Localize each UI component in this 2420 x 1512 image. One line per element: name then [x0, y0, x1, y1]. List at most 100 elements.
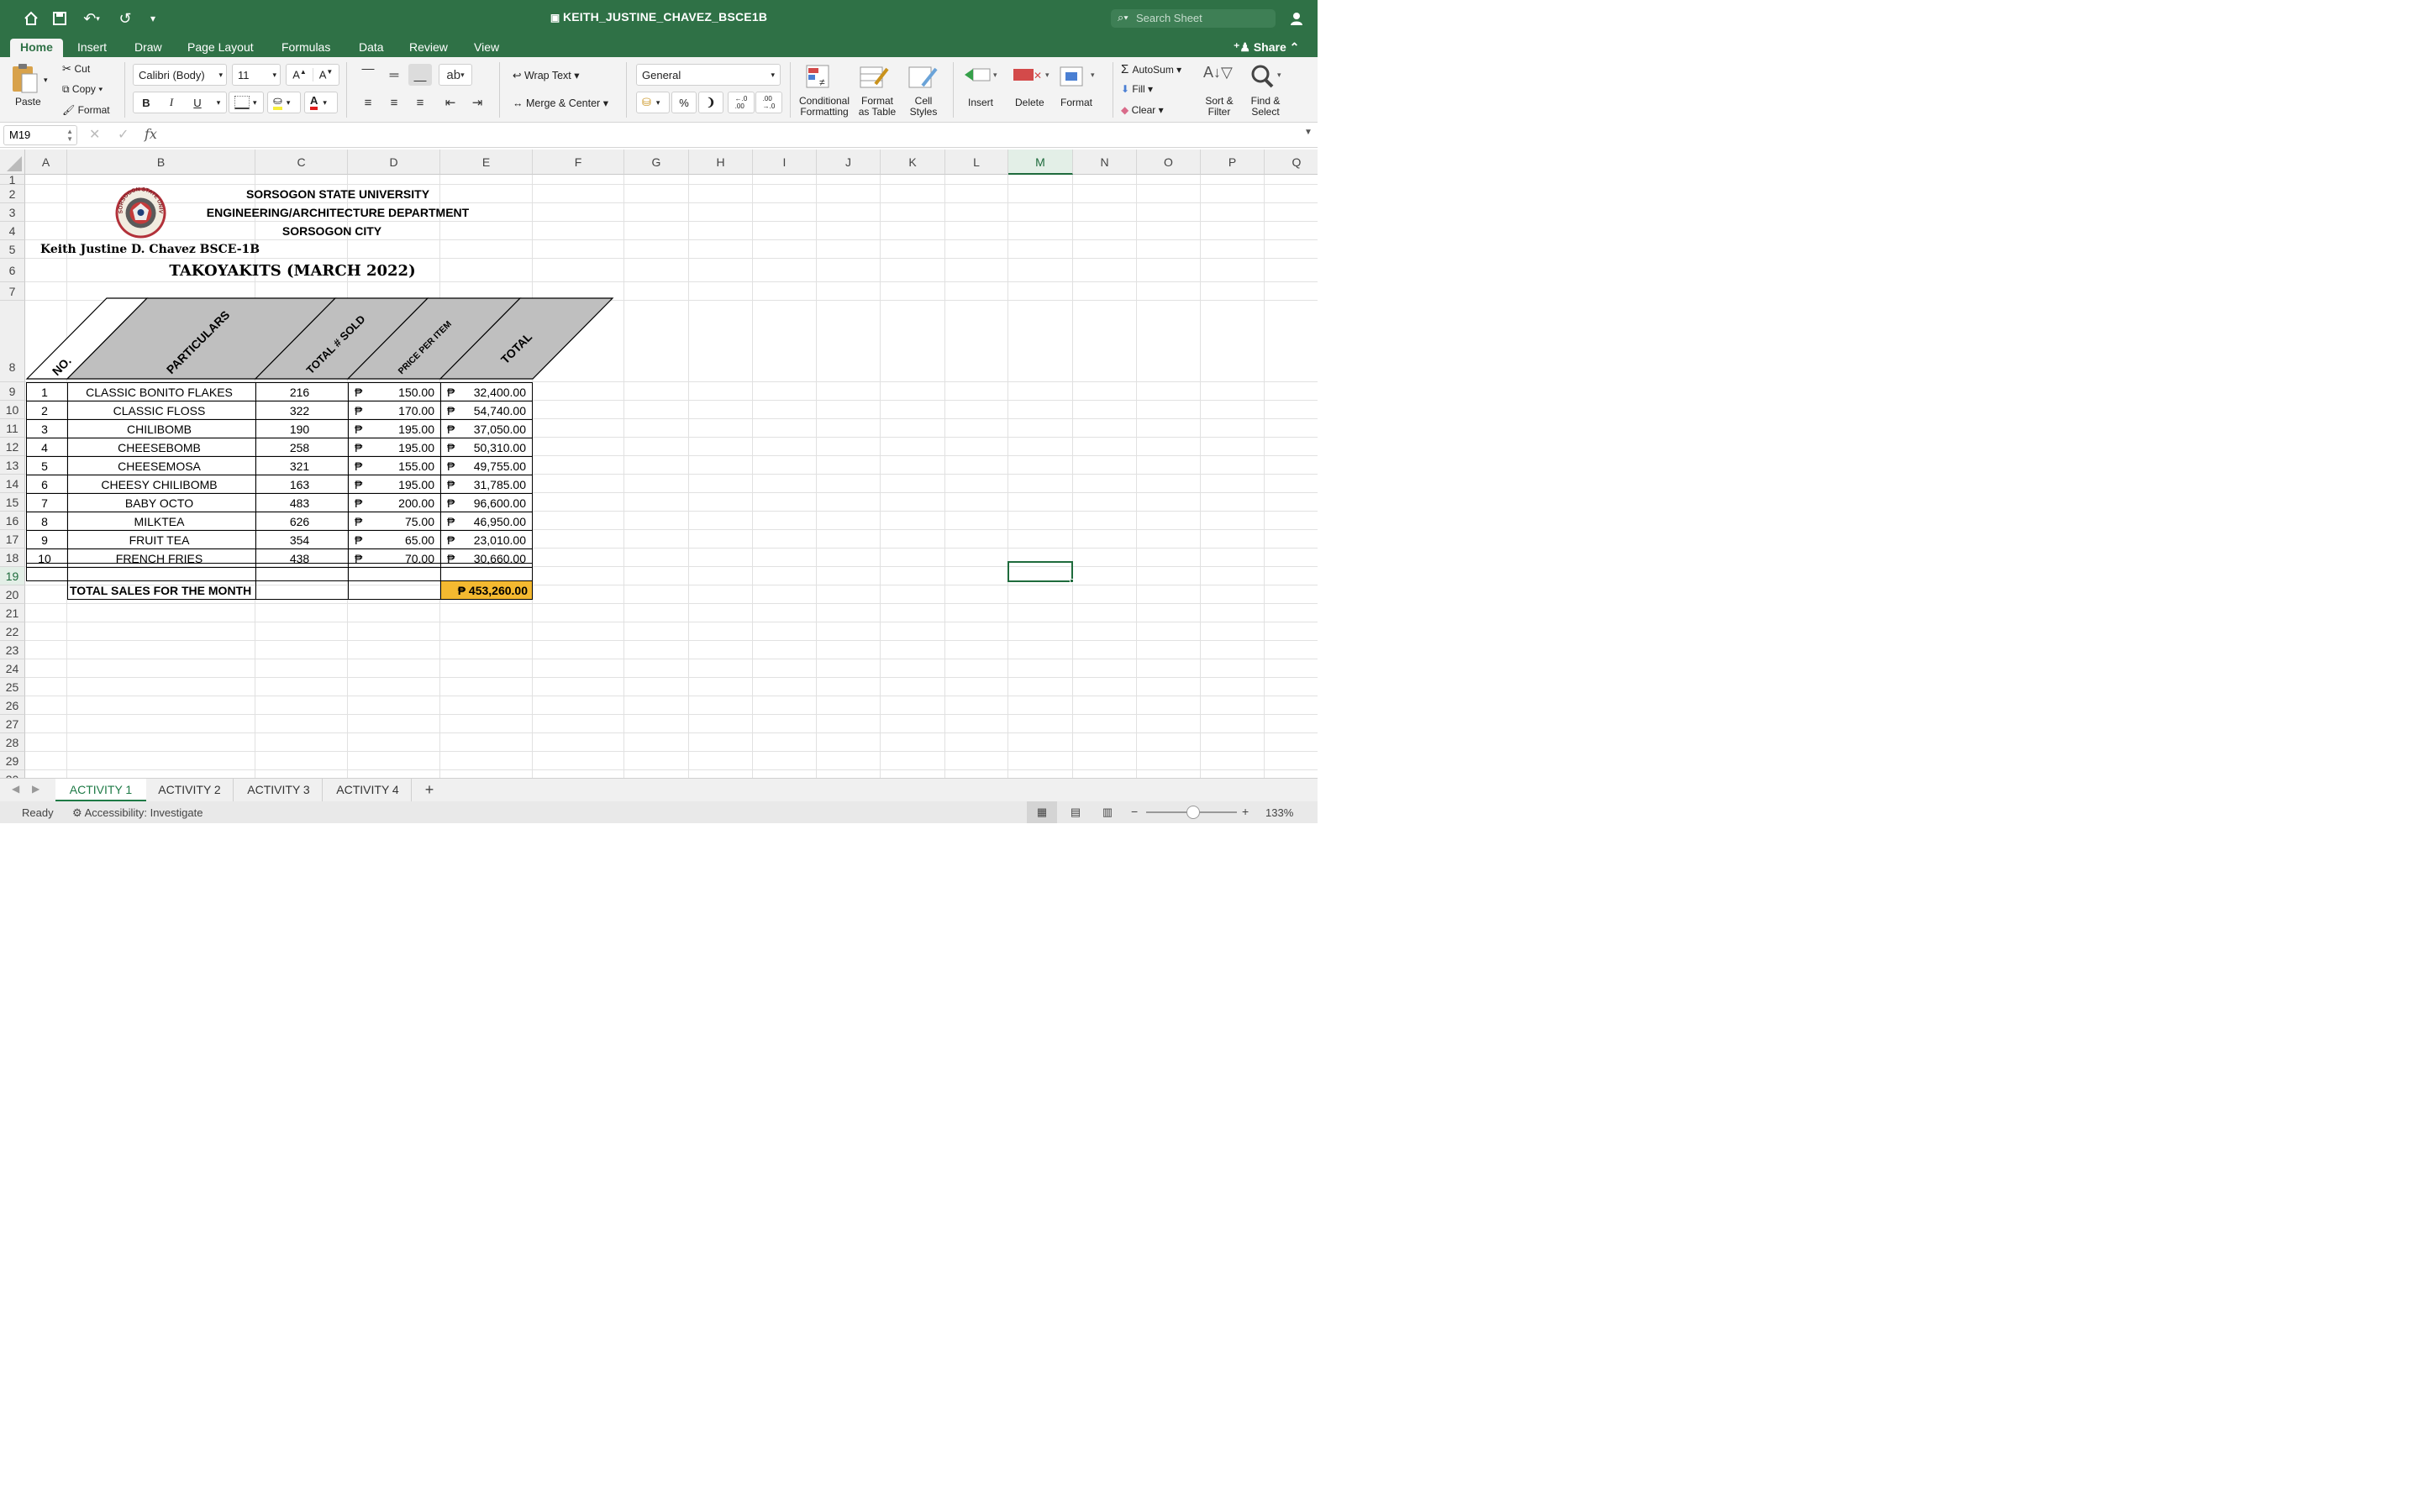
column-header-l[interactable]: L: [945, 150, 1008, 175]
align-left-icon[interactable]: ≡: [356, 92, 380, 113]
row-header-12[interactable]: 12: [0, 438, 25, 456]
insert-function-icon[interactable]: fx: [145, 126, 157, 142]
paste-dropdown-icon[interactable]: ▾: [44, 76, 48, 85]
row-header-28[interactable]: 28: [0, 733, 25, 752]
number-format-select[interactable]: General ▾: [636, 64, 781, 86]
cell-styles-button[interactable]: Cell Styles: [904, 64, 946, 119]
increase-decimal-icon[interactable]: ←.0.00: [728, 92, 755, 113]
share-button[interactable]: ⁺♟ Share ⌃: [1223, 39, 1309, 57]
zoom-out-icon[interactable]: −: [1131, 805, 1138, 818]
row-header-18[interactable]: 18: [0, 549, 25, 567]
zoom-level[interactable]: 133%: [1265, 806, 1293, 819]
tab-review[interactable]: Review: [399, 39, 458, 57]
row-header-13[interactable]: 13: [0, 456, 25, 475]
copy-button[interactable]: ⧉ Copy ▾: [62, 83, 103, 96]
accessibility-status[interactable]: ⚙ Accessibility: Investigate: [72, 806, 203, 820]
column-header-j[interactable]: J: [817, 150, 881, 175]
borders-button[interactable]: ▾: [229, 92, 264, 113]
format-painter-button[interactable]: 🖌 Format: [62, 104, 110, 116]
row-header-23[interactable]: 23: [0, 641, 25, 659]
row-header-15[interactable]: 15: [0, 493, 25, 512]
sheet-tab-activity-3[interactable]: ACTIVITY 3: [235, 779, 323, 801]
increase-indent-icon[interactable]: ⇥: [466, 92, 489, 113]
clear-button[interactable]: ◆ Clear ▾: [1121, 104, 1164, 116]
tab-home[interactable]: Home: [10, 39, 63, 57]
font-size-select[interactable]: 11 ▾: [232, 64, 281, 86]
row-header-24[interactable]: 24: [0, 659, 25, 678]
expand-formula-bar-icon[interactable]: ▼: [1304, 128, 1313, 137]
tab-insert[interactable]: Insert: [67, 39, 117, 57]
column-header-i[interactable]: I: [753, 150, 817, 175]
column-header-o[interactable]: O: [1137, 150, 1201, 175]
decrease-indent-icon[interactable]: ⇤: [439, 92, 462, 113]
active-cell-cursor[interactable]: [1007, 561, 1073, 582]
insert-cells-button[interactable]: ▾ Insert: [960, 64, 1005, 119]
accounting-format-button[interactable]: ⛁ ▾: [636, 92, 670, 113]
autosum-button[interactable]: Σ AutoSum ▾: [1121, 62, 1181, 76]
row-header-21[interactable]: 21: [0, 604, 25, 622]
merge-center-button[interactable]: ↔ Merge & Center ▾: [513, 97, 608, 109]
align-top-icon[interactable]: ⎺: [356, 64, 380, 86]
conditional-formatting-button[interactable]: ≠ Conditional Formatting: [795, 64, 854, 119]
cancel-entry-icon[interactable]: ✕: [89, 126, 100, 143]
row-header-14[interactable]: 14: [0, 475, 25, 493]
row-header-11[interactable]: 11: [0, 419, 25, 438]
row-header-10[interactable]: 10: [0, 401, 25, 419]
paste-button[interactable]: Paste: [10, 62, 49, 116]
row-header-26[interactable]: 26: [0, 696, 25, 715]
percent-button[interactable]: %: [671, 92, 697, 113]
align-middle-icon[interactable]: ═: [382, 64, 406, 86]
fill-button[interactable]: ⬇ Fill ▾: [1121, 83, 1153, 95]
scroll-right-icon[interactable]: ▶: [32, 783, 39, 795]
account-icon[interactable]: [1287, 8, 1307, 29]
format-as-table-button[interactable]: Format as Table: [854, 64, 901, 119]
search-sheet-input[interactable]: ⌕▾ Search Sheet: [1111, 9, 1276, 28]
tab-draw[interactable]: Draw: [124, 39, 172, 57]
normal-view-icon[interactable]: ▦: [1027, 801, 1057, 823]
row-header-22[interactable]: 22: [0, 622, 25, 641]
underline-dropdown-icon[interactable]: ▾: [211, 98, 226, 108]
delete-cells-button[interactable]: ✕ ▾ Delete: [1008, 64, 1054, 119]
confirm-entry-icon[interactable]: ✓: [118, 126, 129, 143]
orientation-icon[interactable]: ab ▾: [439, 64, 472, 86]
comma-style-button[interactable]: ❩: [698, 92, 723, 113]
format-cells-button[interactable]: ▾ Format: [1057, 64, 1104, 119]
row-header-30[interactable]: 30: [0, 770, 25, 778]
sort-filter-button[interactable]: A↓▽ Sort & Filter: [1198, 64, 1240, 119]
sheet-tab-activity-1[interactable]: ACTIVITY 1: [55, 779, 146, 801]
page-layout-view-icon[interactable]: ▤: [1060, 801, 1091, 823]
tab-view[interactable]: View: [464, 39, 509, 57]
underline-button[interactable]: U: [184, 97, 211, 109]
row-header-29[interactable]: 29: [0, 752, 25, 770]
row-header-20[interactable]: 20: [0, 585, 25, 604]
fill-color-button[interactable]: ⛀ ▾: [267, 92, 301, 113]
column-header-p[interactable]: P: [1201, 150, 1265, 175]
tab-data[interactable]: Data: [349, 39, 394, 57]
increase-font-icon[interactable]: A▲: [287, 68, 313, 81]
page-break-view-icon[interactable]: ▥: [1092, 801, 1123, 823]
tab-formulas[interactable]: Formulas: [271, 39, 340, 57]
decrease-font-icon[interactable]: A▼: [312, 68, 339, 81]
row-header-25[interactable]: 25: [0, 678, 25, 696]
zoom-in-icon[interactable]: +: [1242, 805, 1249, 818]
align-right-icon[interactable]: ≡: [408, 92, 432, 113]
scroll-left-icon[interactable]: ◀: [12, 783, 19, 795]
column-header-n[interactable]: N: [1073, 150, 1137, 175]
zoom-slider-thumb[interactable]: [1186, 806, 1200, 819]
bold-button[interactable]: B: [134, 97, 159, 109]
align-center-icon[interactable]: ≡: [382, 92, 406, 113]
align-bottom-icon[interactable]: ⎽: [408, 64, 432, 86]
cut-button[interactable]: ✂ Cut: [62, 62, 90, 76]
row-header-27[interactable]: 27: [0, 715, 25, 733]
find-select-button[interactable]: ▾ Find & Select: [1245, 64, 1287, 119]
column-header-k[interactable]: K: [881, 150, 945, 175]
fill-handle[interactable]: [1070, 579, 1074, 583]
column-header-h[interactable]: H: [689, 150, 753, 175]
sheet-tab-activity-2[interactable]: ACTIVITY 2: [146, 779, 234, 801]
add-sheet-icon[interactable]: +: [415, 779, 444, 801]
column-header-m[interactable]: M: [1008, 150, 1073, 175]
formula-input[interactable]: [166, 125, 1297, 145]
italic-button[interactable]: I: [159, 96, 184, 109]
font-name-select[interactable]: Calibri (Body) ▾: [133, 64, 227, 86]
wrap-text-button[interactable]: ↩ Wrap Text ▾: [513, 69, 580, 81]
